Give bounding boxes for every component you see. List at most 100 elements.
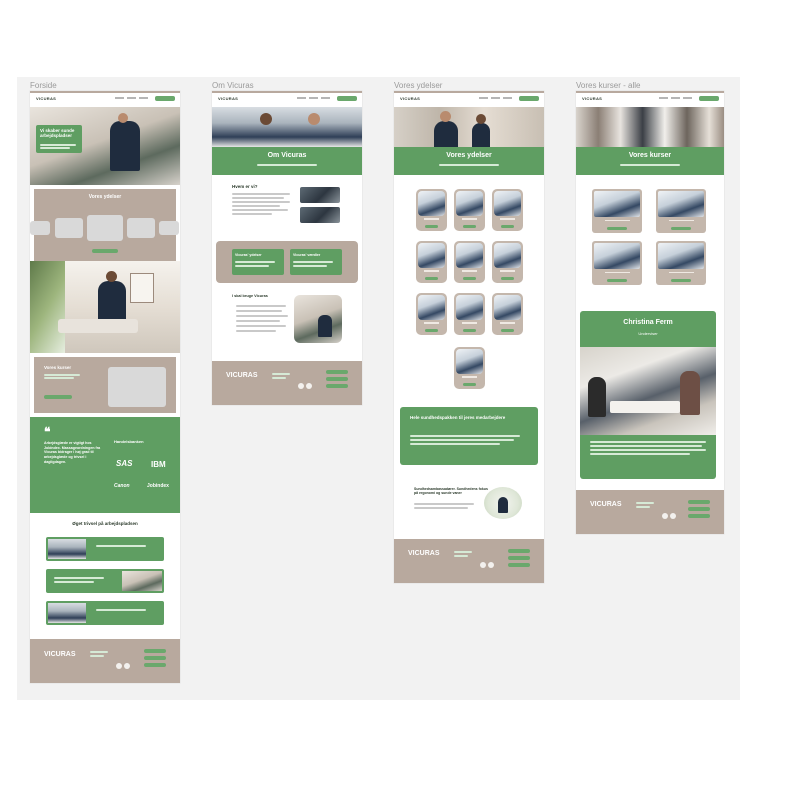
testimonial-section: ❝ Arbejdsglæde er vigtigt hos Jobindex. … [30, 417, 180, 513]
facebook-icon[interactable] [480, 562, 486, 568]
service-card[interactable] [416, 189, 447, 231]
linkedin-icon[interactable] [488, 562, 494, 568]
client-logo-sas: SAS [116, 459, 133, 468]
service-card[interactable] [492, 293, 523, 335]
service-card[interactable] [416, 293, 447, 335]
nav-bar: VICURAS [394, 91, 544, 107]
image-tile[interactable] [300, 187, 340, 203]
frame-vores-kurser[interactable]: VICURAS Vores kurser Christina Ferm Unde… [576, 91, 724, 534]
hero-banner: Om Vicuras [212, 147, 362, 175]
course-card[interactable] [592, 241, 642, 285]
course-card[interactable] [592, 189, 642, 233]
section-title-why: I skal bruge Vicuras [232, 294, 268, 298]
service-card[interactable] [492, 189, 523, 231]
footer-button[interactable] [144, 656, 166, 660]
footer: VICURAS [394, 539, 544, 583]
values-card[interactable]: Vicuras' værdier [290, 249, 342, 275]
services-card[interactable]: Vicuras' ydelser [232, 249, 284, 275]
service-card[interactable] [30, 221, 50, 235]
nav-cta-button[interactable] [519, 96, 539, 101]
footer-button[interactable] [326, 377, 348, 381]
frame-forside[interactable]: VICURAS Vi skaber sunde arbejdspladser V… [30, 91, 180, 683]
footer-logo[interactable]: VICURAS [590, 501, 622, 508]
wellbeing-title: Øget trivsel på arbejdspladsen [72, 521, 138, 526]
service-card[interactable] [492, 241, 523, 283]
facebook-icon[interactable] [298, 383, 304, 389]
nav-logo[interactable]: VICURAS [36, 96, 56, 101]
service-card[interactable] [87, 215, 123, 241]
service-card[interactable] [454, 293, 485, 335]
nav-logo[interactable]: VICURAS [400, 96, 420, 101]
instructor-photo [580, 347, 716, 435]
frame-om-vicuras[interactable]: VICURAS Om Vicuras Hvem er vi? Vicuras' … [212, 91, 362, 405]
footer-button[interactable] [508, 549, 530, 553]
wellbeing-card[interactable] [46, 601, 164, 625]
nav-links[interactable] [115, 97, 148, 99]
course-image-placeholder [108, 367, 166, 407]
nav-bar: VICURAS [30, 91, 180, 107]
wall-poster [130, 273, 154, 303]
wellbeing-card[interactable] [46, 569, 164, 593]
instructor-section: Christina Ferm Underviser [580, 311, 716, 479]
nav-links[interactable] [297, 97, 330, 99]
nav-cta-button[interactable] [699, 96, 719, 101]
nav-cta-button[interactable] [337, 96, 357, 101]
therapist-figure [110, 121, 140, 171]
massage-table [58, 319, 138, 333]
footer-button[interactable] [144, 649, 166, 653]
client-logo-canon: Canon [114, 483, 130, 489]
linkedin-icon[interactable] [670, 513, 676, 519]
services-button[interactable] [92, 249, 118, 253]
frame-label-vores-ydelser[interactable]: Vores ydelser [394, 81, 442, 90]
service-card[interactable] [416, 241, 447, 283]
linkedin-icon[interactable] [124, 663, 130, 669]
instructor-role: Underviser [638, 331, 658, 336]
hero-photo [576, 107, 724, 147]
client-logo-handelsbanken: Handelsbanken [114, 439, 144, 444]
courses-button[interactable] [44, 395, 72, 399]
testimonial-text: Arbejdsglæde er vigtigt hos Jobindex. Ma… [44, 441, 101, 464]
footer-button[interactable] [326, 384, 348, 388]
hero-title: Vores kurser [628, 152, 672, 159]
nav-cta-button[interactable] [155, 96, 175, 101]
nav-logo[interactable]: VICURAS [218, 96, 238, 101]
nav-links[interactable] [659, 97, 692, 99]
footer-button[interactable] [688, 514, 710, 518]
footer: VICURAS [212, 361, 362, 405]
linkedin-icon[interactable] [306, 383, 312, 389]
office-photo [294, 295, 342, 343]
footer-logo[interactable]: VICURAS [226, 372, 258, 379]
footer-button[interactable] [144, 663, 166, 667]
service-card[interactable] [159, 221, 179, 235]
frame-vores-ydelser[interactable]: VICURAS Vores ydelser Hele sundhedspakke… [394, 91, 544, 583]
course-card[interactable] [656, 241, 706, 285]
frame-label-om-vicuras[interactable]: Om Vicuras [212, 81, 254, 90]
hero-text-box: Vi skaber sunde arbejdspladser [36, 125, 82, 153]
image-tile[interactable] [300, 207, 340, 223]
course-card[interactable] [656, 189, 706, 233]
footer-button[interactable] [688, 500, 710, 504]
wellbeing-card[interactable] [46, 537, 164, 561]
facebook-icon[interactable] [116, 663, 122, 669]
footer-button[interactable] [508, 556, 530, 560]
service-card[interactable] [454, 347, 485, 389]
service-card[interactable] [454, 241, 485, 283]
frame-label-vores-kurser[interactable]: Vores kurser - alle [576, 81, 640, 90]
nav-logo[interactable]: VICURAS [582, 96, 602, 101]
footer-button[interactable] [326, 370, 348, 374]
hero-banner: Vores kurser [576, 147, 724, 175]
footer: VICURAS [576, 490, 724, 534]
service-card[interactable] [55, 218, 83, 238]
facebook-icon[interactable] [662, 513, 668, 519]
footer: VICURAS [30, 639, 180, 683]
service-card[interactable] [127, 218, 155, 238]
footer-logo[interactable]: VICURAS [44, 651, 76, 658]
hero-title: Vi skaber sunde arbejdspladser [40, 128, 75, 139]
courses-section: Vores kurser [34, 357, 176, 413]
frame-label-forside[interactable]: Forside [30, 81, 57, 90]
footer-logo[interactable]: VICURAS [408, 550, 440, 557]
footer-button[interactable] [688, 507, 710, 511]
service-card[interactable] [454, 189, 485, 231]
footer-button[interactable] [508, 563, 530, 567]
nav-links[interactable] [479, 97, 512, 99]
